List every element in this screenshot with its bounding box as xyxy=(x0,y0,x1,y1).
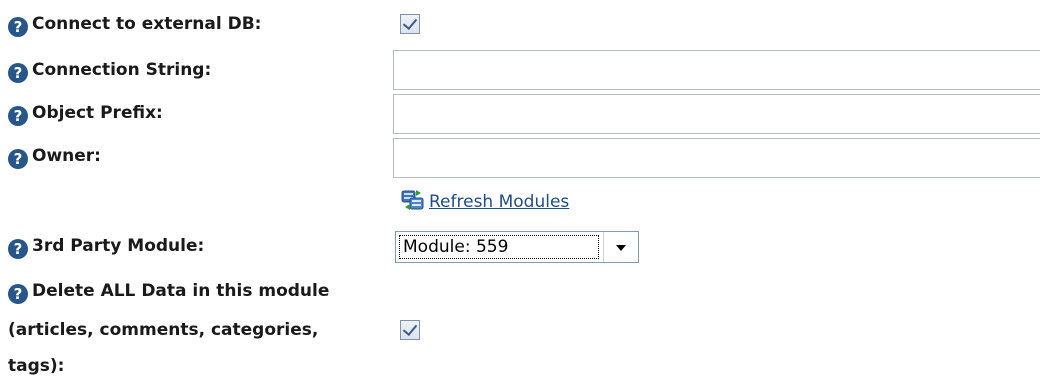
delete-all-data-label: ? Delete ALL Data in this module xyxy=(8,281,329,304)
delete-all-data-label-line2: (articles, comments, categories, xyxy=(8,320,319,340)
connect-external-db-label: ? Connect to external DB: xyxy=(8,14,261,37)
help-icon[interactable]: ? xyxy=(8,63,28,83)
connection-string-label: ? Connection String: xyxy=(8,60,211,83)
third-party-module-label: ? 3rd Party Module: xyxy=(8,236,204,259)
chevron-down-icon[interactable] xyxy=(603,232,638,262)
delete-all-data-label-line3: tags): xyxy=(8,356,65,376)
connection-string-input[interactable] xyxy=(393,50,1040,90)
help-icon[interactable]: ? xyxy=(8,284,28,304)
checkmark-icon xyxy=(402,14,418,31)
third-party-module-select[interactable]: Module: 559 xyxy=(395,231,639,263)
delete-all-data-checkbox[interactable] xyxy=(400,320,420,340)
refresh-modules-icon xyxy=(401,188,425,212)
owner-input[interactable] xyxy=(393,138,1040,178)
third-party-module-selected-value: Module: 559 xyxy=(399,235,599,259)
help-icon[interactable]: ? xyxy=(8,17,28,37)
object-prefix-label: ? Object Prefix: xyxy=(8,103,163,126)
help-icon[interactable]: ? xyxy=(8,239,28,259)
connect-external-db-checkbox[interactable] xyxy=(400,14,420,34)
object-prefix-input[interactable] xyxy=(393,94,1040,134)
help-icon[interactable]: ? xyxy=(8,149,28,169)
help-icon[interactable]: ? xyxy=(8,106,28,126)
refresh-modules-button[interactable]: Refresh Modules xyxy=(401,188,569,212)
owner-label: ? Owner: xyxy=(8,146,101,169)
refresh-modules-link[interactable]: Refresh Modules xyxy=(429,192,569,212)
checkmark-icon xyxy=(402,320,418,337)
